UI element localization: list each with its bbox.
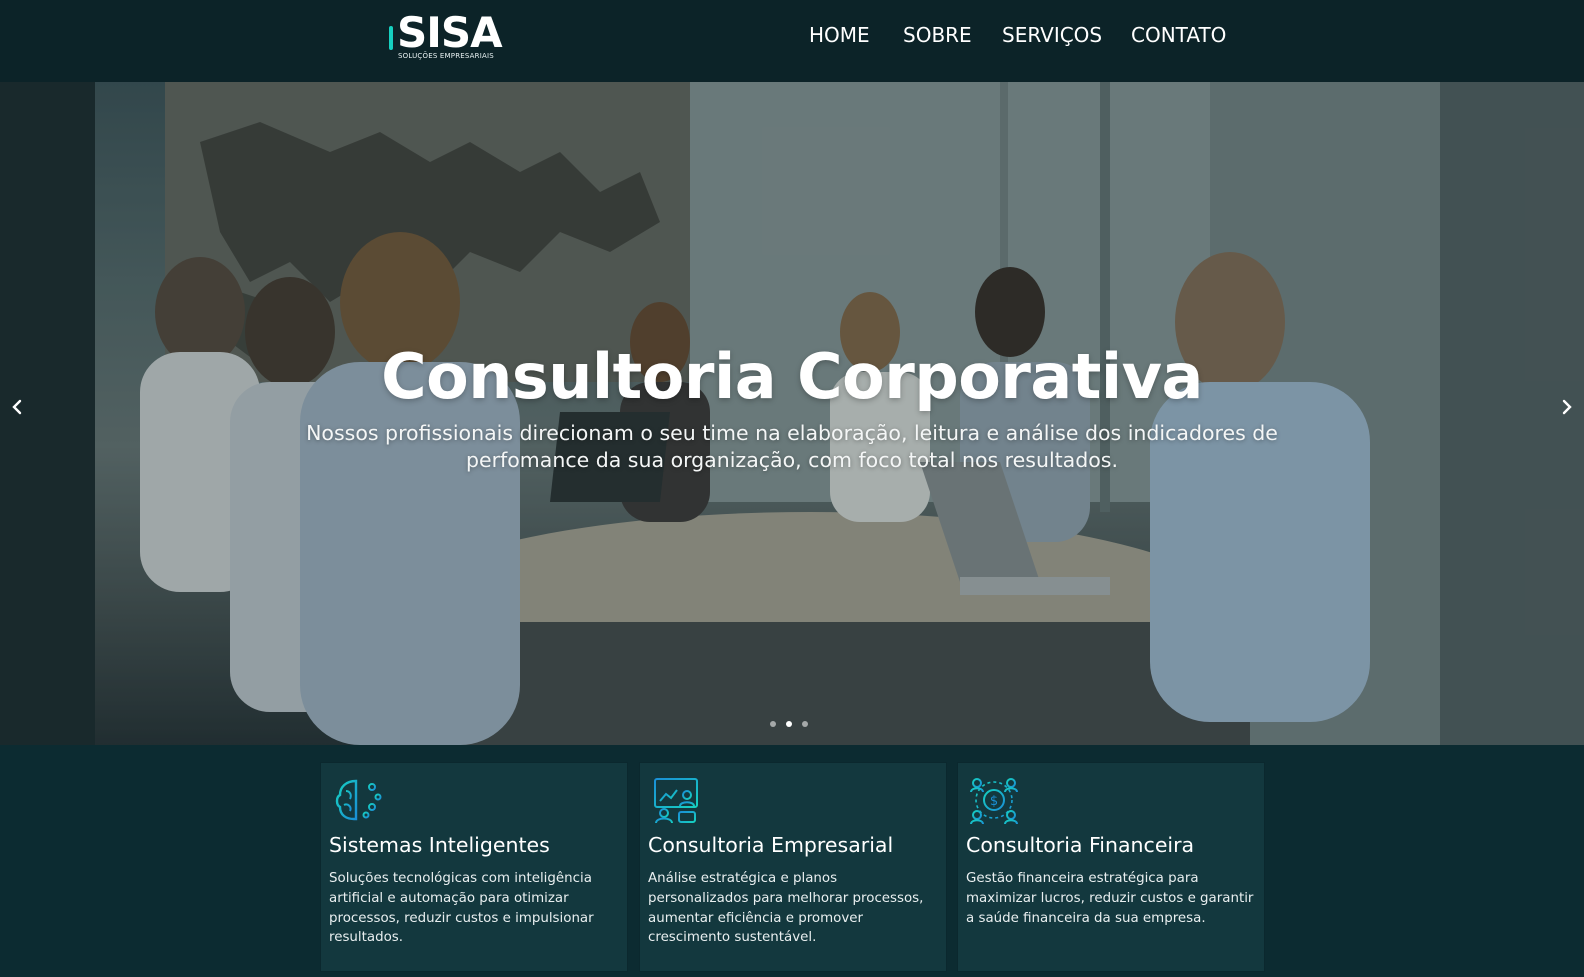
hero-subtitle: Nossos profissionais direcionam o seu ti… — [306, 421, 1278, 472]
nav-contato[interactable]: CONTATO — [1131, 23, 1226, 47]
consulting-meeting-icon — [654, 778, 698, 824]
money-network-icon: $ — [970, 778, 1018, 825]
chevron-right-icon — [1562, 399, 1572, 415]
svg-text:$: $ — [990, 794, 998, 809]
nav-servicos[interactable]: SERVIÇOS — [1002, 23, 1102, 47]
hero-overlay — [0, 82, 1584, 745]
service-description: Soluções tecnológicas com inteligência a… — [329, 871, 594, 946]
slider-dot-2[interactable] — [786, 721, 792, 727]
service-title: Sistemas Inteligentes — [329, 833, 550, 857]
slider-dot-3[interactable] — [802, 721, 808, 727]
service-card-empresarial[interactable]: Consultoria Empresarial Análise estratég… — [640, 763, 946, 971]
hero-title: Consultoria Corporativa — [381, 340, 1203, 413]
service-description: Análise estratégica e planos personaliza… — [648, 871, 924, 946]
nav-sobre[interactable]: SOBRE — [903, 23, 972, 47]
slider-next-button[interactable] — [1560, 396, 1574, 423]
service-card-sistemas[interactable]: Sistemas Inteligentes Soluções tecnológi… — [321, 763, 627, 971]
logo-wordmark: SISA — [397, 8, 503, 57]
slider-dot-1[interactable] — [770, 721, 776, 727]
service-card-financeira[interactable]: $ Consultoria Financeira Gestão financei… — [958, 763, 1264, 971]
logo[interactable]: SISA SOLUÇÕES EMPRESARIAIS — [389, 8, 509, 62]
logo-accent-bar — [389, 26, 393, 50]
chevron-left-icon — [12, 399, 22, 415]
site-header: SISA SOLUÇÕES EMPRESARIAIS HOME SOBRE SE… — [0, 0, 1584, 82]
service-title: Consultoria Financeira — [966, 833, 1195, 857]
hero-slider: Consultoria Corporativa Nossos profissio… — [0, 82, 1584, 745]
service-description: Gestão financeira estratégica para maxim… — [966, 871, 1254, 926]
logo-subtitle: SOLUÇÕES EMPRESARIAIS — [398, 52, 494, 60]
services-section: Sistemas Inteligentes Soluções tecnológi… — [0, 745, 1584, 977]
brain-circuit-icon — [335, 779, 382, 821]
slider-prev-button[interactable] — [10, 396, 24, 423]
nav-home[interactable]: HOME — [809, 23, 870, 47]
service-title: Consultoria Empresarial — [648, 833, 894, 857]
